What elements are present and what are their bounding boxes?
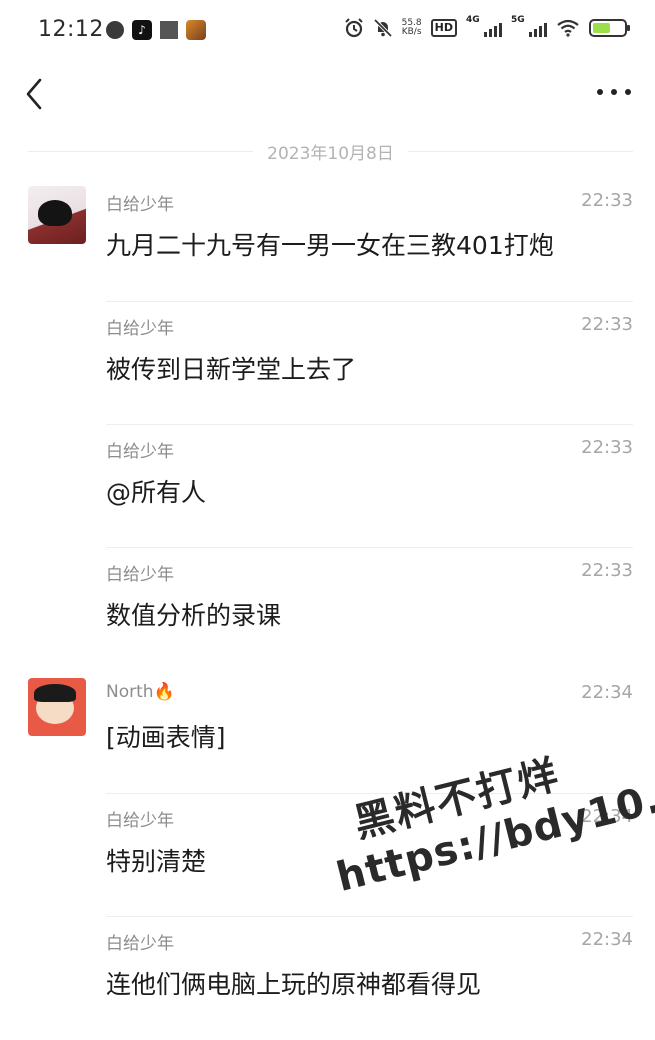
battery-icon xyxy=(589,19,630,37)
message-text[interactable]: [动画表情] xyxy=(106,718,226,754)
message-item[interactable]: 白给少年 22:34 特别清楚 xyxy=(0,793,655,916)
message-time: 22:33 xyxy=(581,190,633,211)
message-item[interactable]: 白给少年 22:33 @所有人 xyxy=(0,424,655,547)
game-app-icon xyxy=(186,20,206,40)
message-sender: 白给少年 xyxy=(106,811,174,831)
message-item[interactable]: North🔥 22:34 [动画表情] xyxy=(0,670,655,793)
hd-icon: HD xyxy=(430,19,457,37)
net-speed-indicator: 55.8 KB/s xyxy=(402,19,422,37)
message-time: 22:33 xyxy=(581,437,633,458)
signal-5g-icon: 5G xyxy=(511,15,547,37)
battery-level-fill xyxy=(593,23,611,33)
message-time: 22:34 xyxy=(581,929,633,950)
message-item[interactable]: 白给少年 22:33 九月二十九号有一男一女在三教401打炮 xyxy=(0,178,655,301)
status-app-icons: ♪ xyxy=(106,20,206,40)
status-system-icons: 55.8 KB/s HD 4G 5G xyxy=(344,15,630,38)
message-item[interactable]: 白给少年 22:33 被传到日新学堂上去了 xyxy=(0,301,655,424)
divider xyxy=(407,150,633,152)
mute-icon xyxy=(373,18,392,38)
divider xyxy=(28,150,254,152)
signal-4g-label: 4G xyxy=(466,15,480,25)
message-list[interactable]: 白给少年 22:33 九月二十九号有一男一女在三教401打炮 白给少年 22:3… xyxy=(0,178,655,1039)
more-horizontal-icon[interactable] xyxy=(597,82,631,102)
tiktok-icon: ♪ xyxy=(132,20,152,40)
message-sender: 白给少年 xyxy=(106,565,174,585)
globe-icon xyxy=(106,21,124,39)
wifi-icon xyxy=(557,19,579,37)
message-time: 22:34 xyxy=(581,806,633,827)
chat-navbar xyxy=(0,62,655,126)
chevron-left-icon[interactable] xyxy=(22,76,52,112)
message-text[interactable]: 特别清楚 xyxy=(106,842,206,878)
message-sender: North🔥 xyxy=(106,682,175,702)
message-text[interactable]: 九月二十九号有一男一女在三教401打炮 xyxy=(106,226,554,262)
message-text[interactable]: 连他们俩电脑上玩的原神都看得见 xyxy=(106,965,481,1001)
message-item[interactable]: 白给少年 22:33 数值分析的录课 xyxy=(0,547,655,670)
date-separator-text: 2023年10月8日 xyxy=(267,143,394,164)
signal-5g-label: 5G xyxy=(511,15,525,25)
message-text[interactable]: 数值分析的录课 xyxy=(106,596,281,632)
date-separator: 2023年10月8日 xyxy=(28,138,633,164)
message-sender: 白给少年 xyxy=(106,442,174,462)
message-text[interactable]: @所有人 xyxy=(106,473,206,509)
message-sender: 白给少年 xyxy=(106,934,174,954)
net-speed-unit: KB/s xyxy=(401,27,422,37)
message-time: 22:33 xyxy=(581,314,633,335)
message-sender: 白给少年 xyxy=(106,319,174,339)
message-time: 22:34 xyxy=(581,682,633,703)
message-text[interactable]: 被传到日新学堂上去了 xyxy=(106,350,356,386)
message-item[interactable]: 白给少年 22:34 连他们俩电脑上玩的原神都看得见 xyxy=(0,916,655,1039)
avatar[interactable] xyxy=(28,186,86,244)
message-time: 22:33 xyxy=(581,560,633,581)
avatar[interactable] xyxy=(28,678,86,736)
alarm-icon xyxy=(344,18,363,38)
message-sender: 白给少年 xyxy=(106,195,174,215)
square-app-icon xyxy=(160,21,178,39)
status-bar: 12:12 ♪ 55.8 KB/s HD 4G 5G xyxy=(0,0,655,62)
signal-4g-icon: 4G xyxy=(466,15,502,37)
status-time: 12:12 xyxy=(38,17,104,42)
